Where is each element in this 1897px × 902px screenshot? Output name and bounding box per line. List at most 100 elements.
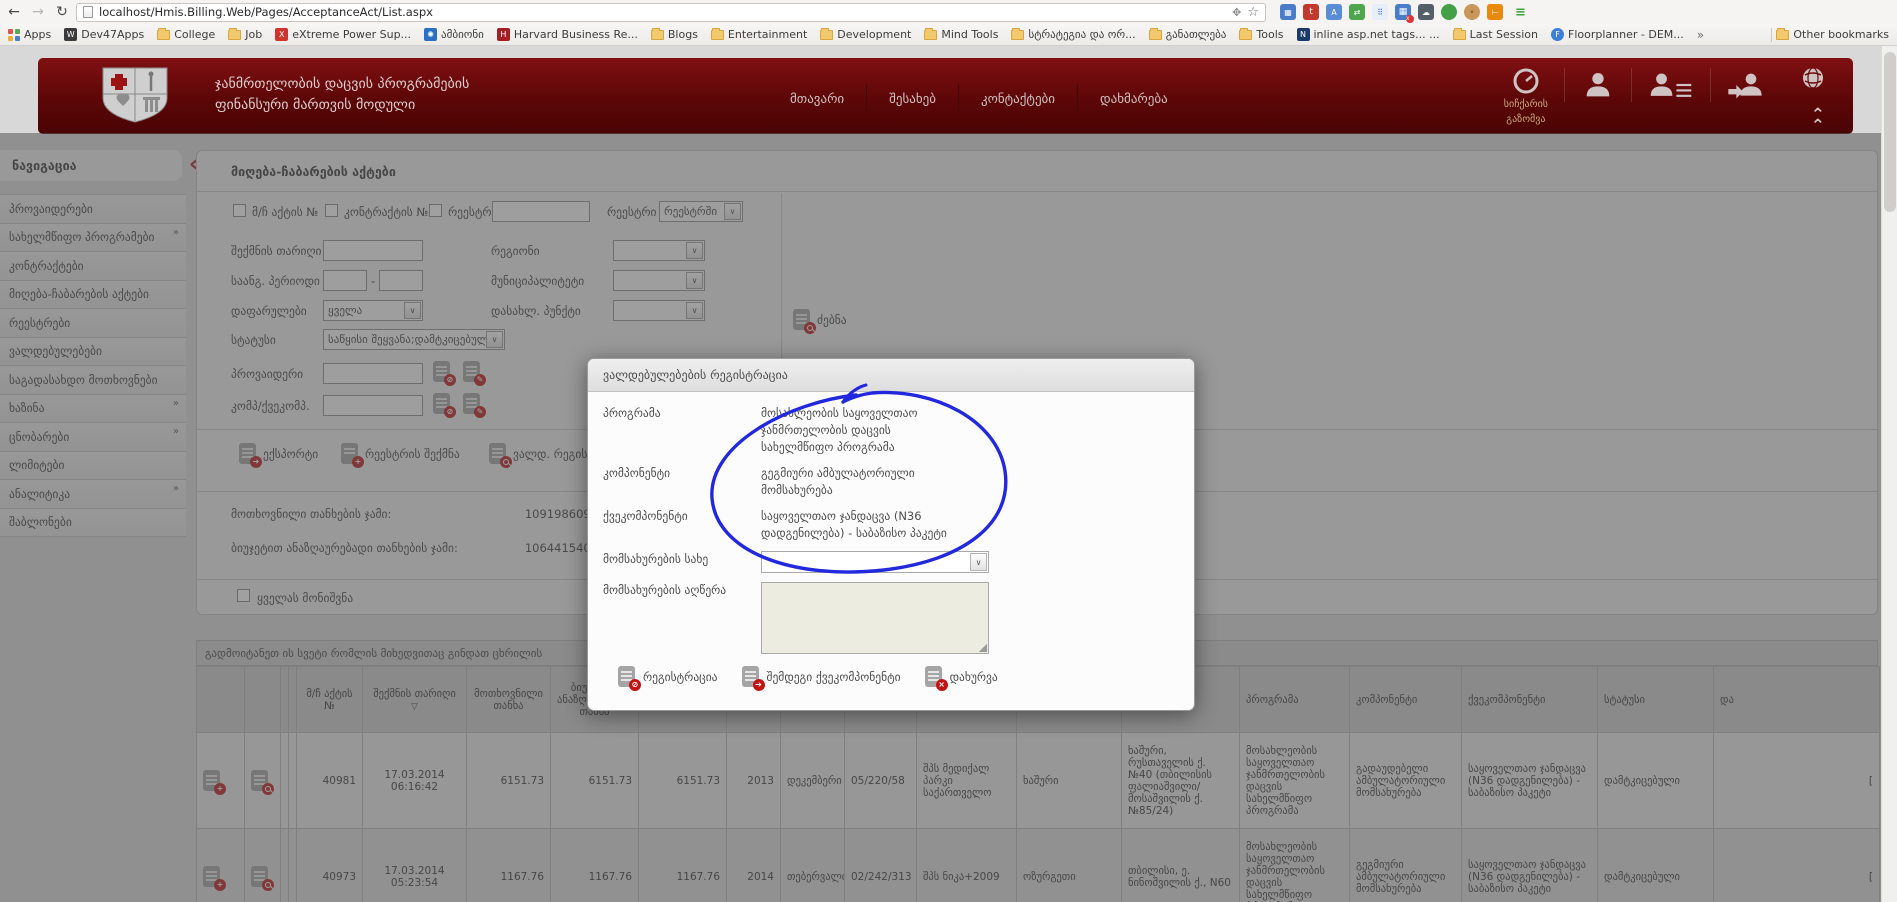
component-input[interactable]	[323, 395, 423, 416]
next-subcomponent-button[interactable]: ➔ შემდეგი ქვეკომპონენტი	[742, 666, 901, 687]
export-button[interactable]: ➔ ექსპორტი	[239, 443, 318, 464]
region-select[interactable]: ∨	[613, 240, 705, 261]
register-button[interactable]: ⊘ რეგისტრაცია	[618, 666, 718, 687]
forward-icon[interactable]: →	[28, 2, 48, 22]
nav-home[interactable]: მთავარი	[768, 84, 866, 114]
browser-menu-icon[interactable]: ≡	[1515, 5, 1526, 20]
translate-icon[interactable]: A	[1326, 4, 1342, 20]
sidebar-item-analytics[interactable]: ანალიტიკა»	[0, 480, 186, 509]
select-all-checkbox[interactable]	[237, 589, 250, 602]
row-add-button[interactable]: +	[203, 866, 238, 887]
bookmark-item[interactable]: Blogs	[651, 28, 698, 41]
row-view-button[interactable]	[251, 770, 274, 791]
bookmark-item[interactable]: Development	[820, 28, 911, 41]
sidebar-item-payment-requests[interactable]: საგადასახდო მოთხოვნები	[0, 366, 186, 395]
col-created[interactable]: შექმნის თარიღი ▽	[363, 667, 467, 733]
sidebar-item-contracts[interactable]: კონტრაქტები	[0, 252, 186, 281]
act-number-checkbox[interactable]	[233, 204, 246, 217]
created-date-input[interactable]	[323, 240, 423, 261]
dots-grid-icon[interactable]: ⠿	[1372, 4, 1388, 20]
registry-select[interactable]: რეესტრში∨	[659, 201, 743, 222]
period-from-input[interactable]	[323, 270, 367, 291]
user-button[interactable]	[1564, 68, 1631, 102]
sidebar-item-limits[interactable]: ლიმიტები	[0, 452, 186, 481]
service-description-textarea[interactable]	[761, 582, 989, 654]
provider-select-button[interactable]: ⊘	[433, 361, 450, 382]
registry-number-checkbox[interactable]	[429, 204, 442, 217]
bookmark-item[interactable]: ✺ამბიონი	[424, 28, 484, 41]
t-extension-icon[interactable]: t	[1303, 4, 1319, 20]
close-button[interactable]: × დახურვა	[925, 666, 998, 687]
table-row[interactable]: + 40973 17.03.2014 05:23:54 1167.76 1167…	[197, 829, 1880, 902]
col-program[interactable]: პროგრამა	[1240, 667, 1350, 733]
bookmark-item[interactable]: Job	[228, 28, 262, 41]
sidebar-item-templates[interactable]: შაბლონები	[0, 509, 186, 538]
user-list-button[interactable]	[1631, 68, 1710, 102]
contract-number-checkbox[interactable]	[325, 204, 338, 217]
sidebar-item-state-programs[interactable]: სახელმწიფო პროგრამები»	[0, 224, 186, 253]
period-to-input[interactable]	[379, 270, 423, 291]
other-bookmarks[interactable]: Other bookmarks	[1771, 28, 1889, 42]
col-partial[interactable]: და	[1714, 667, 1880, 733]
bookmark-item[interactable]: Tools	[1239, 28, 1283, 41]
cloud-icon[interactable]: ☁	[1418, 4, 1434, 20]
row-view-button[interactable]	[251, 866, 274, 887]
row-add-button[interactable]: +	[203, 770, 238, 791]
windows-extension-icon[interactable]: ▦	[1280, 4, 1296, 20]
resize-arrows-icon[interactable]: ⇄	[1349, 4, 1365, 20]
nav-about[interactable]: შესახებ	[866, 84, 958, 114]
registry-number-input[interactable]	[492, 201, 590, 222]
sidebar-item-acceptance-acts[interactable]: მიღება-ჩაბარების აქტები	[0, 281, 186, 310]
provider-clear-button[interactable]: ✎	[463, 361, 480, 382]
col-component[interactable]: კომპონენტი	[1350, 667, 1462, 733]
logout-button[interactable]	[1710, 68, 1783, 102]
nav-help[interactable]: დახმარება	[1077, 84, 1190, 114]
provider-input[interactable]	[323, 363, 423, 384]
bookmark-item[interactable]: Entertainment	[711, 28, 807, 41]
bookmark-item[interactable]: XeXtreme Power Sup...	[275, 28, 411, 41]
move-icon[interactable]: ✥	[1232, 6, 1241, 19]
bookmark-item[interactable]: Last Session	[1453, 28, 1538, 41]
component-select-button[interactable]: ⊘	[433, 393, 450, 414]
address-bar[interactable]: localhost/Hmis.Billing.Web/Pages/Accepta…	[76, 3, 1266, 22]
globe-icon[interactable]	[1801, 66, 1825, 90]
col-requested[interactable]: მოთხოვნილი თანხა	[467, 667, 551, 733]
sidebar-item-treasury[interactable]: ხაზინა»	[0, 395, 186, 424]
browser-scrollbar[interactable]	[1881, 46, 1897, 902]
status-select[interactable]: საწყისი შეყვანა;დამტკიცებული∨	[323, 329, 505, 350]
nav-contacts[interactable]: კონტაქტები	[958, 84, 1077, 114]
scrollbar-thumb[interactable]	[1884, 52, 1896, 212]
bookmark-item[interactable]: HHarvard Business Re...	[497, 28, 638, 41]
bookmark-item[interactable]: WDev47Apps	[64, 28, 144, 41]
sidebar-item-references[interactable]: ცნობარები»	[0, 423, 186, 452]
calendar-icon[interactable]: x▦	[1395, 4, 1411, 20]
col-subcomponent[interactable]: ქვეკომპონენტი	[1462, 667, 1598, 733]
cookie-icon[interactable]: •	[1464, 4, 1480, 20]
col-status[interactable]: სტატუსი	[1598, 667, 1714, 733]
service-type-select[interactable]: ∨	[761, 551, 989, 573]
bookmark-item[interactable]: სტრატეგია და ორ...	[1011, 28, 1135, 41]
search-button[interactable]: ძებნა	[793, 309, 847, 330]
back-icon[interactable]: ←	[4, 2, 24, 22]
create-registry-button[interactable]: + რეესტრის შექმნა	[341, 443, 460, 464]
collapse-header-icon[interactable]: ⌃⌃	[1811, 110, 1825, 132]
reload-icon[interactable]: ↻	[52, 2, 72, 22]
component-clear-button[interactable]: ✎	[463, 393, 480, 414]
url-text[interactable]: localhost/Hmis.Billing.Web/Pages/Accepta…	[99, 5, 1226, 19]
bookmark-item[interactable]: FFloorplanner - DEM...	[1551, 28, 1684, 41]
settlement-select[interactable]: ∨	[613, 300, 705, 321]
municipality-select[interactable]: ∨	[613, 270, 705, 291]
bookmark-apps[interactable]: Apps	[8, 28, 51, 41]
speed-test-button[interactable]: სიჩქარისგაზომვა	[1488, 68, 1564, 127]
bookmark-item[interactable]: განათლება	[1149, 28, 1227, 41]
bookmark-item[interactable]: Ninline asp.net tags... ...	[1297, 28, 1440, 41]
sidebar-item-obligations[interactable]: ვალდებულებები	[0, 338, 186, 367]
crane-icon[interactable]: ⊢	[1487, 4, 1503, 20]
col-act-number[interactable]: მ/ჩ აქტის №	[297, 667, 363, 733]
bookmark-item[interactable]: Mind Tools	[924, 28, 998, 41]
pin-icon[interactable]	[1441, 4, 1457, 20]
bookmark-star-icon[interactable]: ☆	[1247, 5, 1259, 20]
sidebar-item-registries[interactable]: რეესტრები	[0, 309, 186, 338]
bookmark-item[interactable]: College	[157, 28, 215, 41]
bookmarks-overflow-icon[interactable]: »	[1697, 28, 1704, 42]
